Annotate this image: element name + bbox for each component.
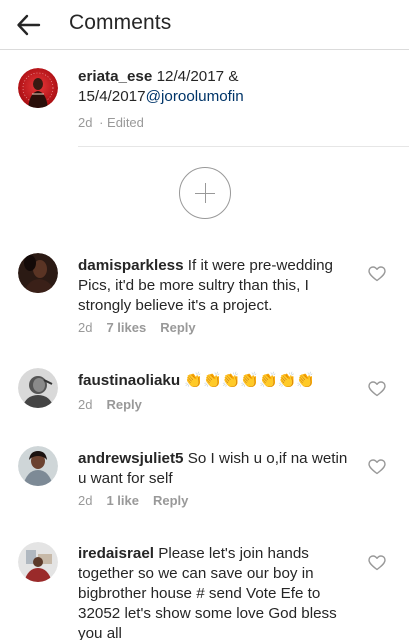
- comment-body-line2: Pics, it'd be more sultry than this, I: [78, 277, 309, 294]
- avatar[interactable]: [18, 68, 58, 108]
- caption-text-line1: 12/4/2017 &: [156, 68, 239, 85]
- load-more-comments-plus-icon[interactable]: [179, 167, 231, 219]
- comment-meta: 2d 1 like Reply: [78, 493, 202, 508]
- caption-time: 2d: [78, 115, 93, 130]
- comment-body-line3: bigbrother house # send Vote Efe to: [78, 585, 321, 602]
- caption-text-line2: 15/4/2017: [78, 88, 146, 105]
- reply-button[interactable]: Reply: [106, 397, 141, 412]
- comment-body-line3: strongly believe it's a project.: [78, 297, 273, 314]
- avatar[interactable]: [18, 542, 58, 582]
- reply-button[interactable]: Reply: [153, 493, 188, 508]
- caption-edited-label: · Edited: [99, 115, 144, 130]
- comment-meta: 2d 7 likes Reply: [78, 320, 210, 335]
- clapping-hands-emoji-row: 👏👏👏👏👏👏👏: [184, 372, 316, 389]
- caption-meta: 2d · Edited: [78, 115, 158, 130]
- heart-icon[interactable]: [368, 459, 386, 475]
- comment-time: 2d: [78, 397, 93, 412]
- heart-icon[interactable]: [368, 266, 386, 282]
- comment-body-line4: 32052 let's show some love God bless: [78, 605, 337, 622]
- divider: [78, 146, 409, 147]
- comment-body-line1: If it were pre-wedding: [187, 257, 333, 274]
- page-title: Comments: [69, 11, 172, 34]
- comment-text: faustinaoliaku 👏👏👏👏👏👏👏: [78, 371, 350, 391]
- heart-icon[interactable]: [368, 381, 386, 397]
- back-arrow-icon[interactable]: [12, 9, 44, 41]
- comment-body-line1: Please let's join hands: [158, 545, 309, 562]
- comment-body-line5: you all: [78, 625, 122, 640]
- caption-text: eriata_ese 12/4/2017 & 15/4/2017@joroolu…: [78, 67, 350, 107]
- header-bar: Comments: [0, 0, 409, 50]
- comment-likes-count[interactable]: 7 likes: [106, 320, 146, 335]
- comment-likes-count[interactable]: 1 like: [106, 493, 139, 508]
- comment-text: iredaisrael Please let's join hands toge…: [78, 544, 350, 640]
- avatar[interactable]: [18, 446, 58, 486]
- caption-mention-link[interactable]: @joroolumofin: [146, 88, 244, 105]
- reply-button[interactable]: Reply: [160, 320, 195, 335]
- comment-username[interactable]: andrewsjuliet5: [78, 450, 184, 467]
- heart-icon[interactable]: [368, 555, 386, 571]
- comment-body-line2: together so we can save our boy in: [78, 565, 314, 582]
- avatar[interactable]: [18, 368, 58, 408]
- comment-meta: 2d Reply: [78, 397, 156, 412]
- comment-username[interactable]: damisparkless: [78, 257, 184, 274]
- comment-text: damisparkless If it were pre-wedding Pic…: [78, 256, 350, 316]
- comment-time: 2d: [78, 320, 93, 335]
- comment-text: andrewsjuliet5 So I wish u o,if na wetin…: [78, 449, 350, 489]
- comment-body-line1: So I wish u o,if na wetin: [187, 450, 348, 467]
- caption-username[interactable]: eriata_ese: [78, 68, 152, 85]
- avatar[interactable]: [18, 253, 58, 293]
- comment-time: 2d: [78, 493, 93, 508]
- comment-body-line2: u want for self: [78, 470, 173, 487]
- comment-username[interactable]: faustinaoliaku: [78, 372, 180, 389]
- comment-username[interactable]: iredaisrael: [78, 545, 154, 562]
